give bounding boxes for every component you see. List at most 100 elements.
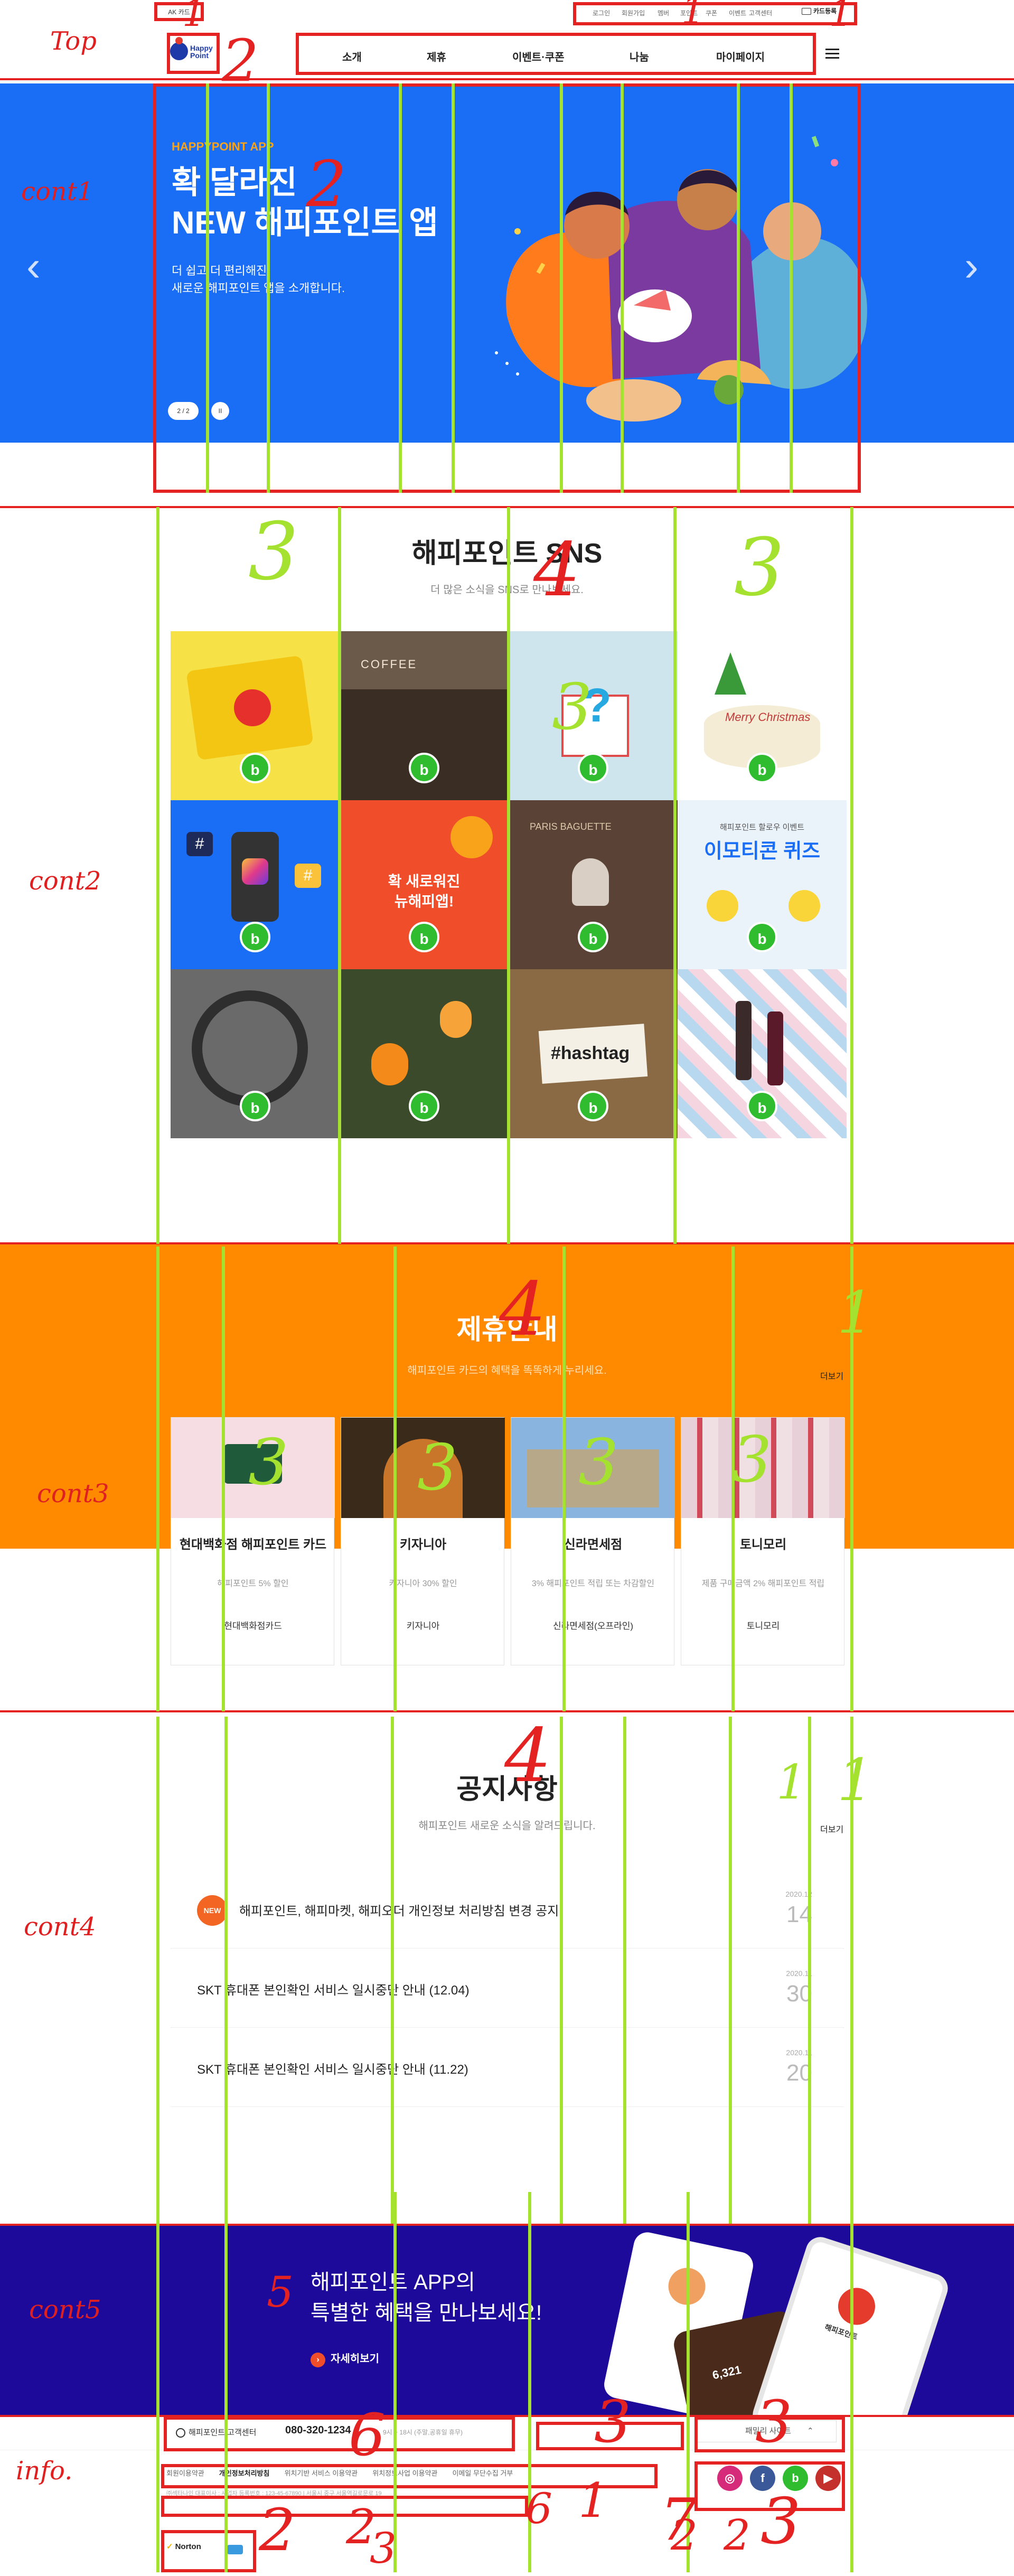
sns-tile-emoticon-quiz[interactable]: 해피포인트 할로우 이벤트 이모티콘 퀴즈 b <box>678 800 847 969</box>
app-detail-label: 자세히보기 <box>331 2353 379 2365</box>
annotation-number: 3 <box>731 1423 772 1497</box>
sns-tile-lanterns[interactable]: b <box>340 969 509 1138</box>
sns-tile-video[interactable]: b <box>171 631 340 800</box>
annotation-grid-line <box>507 507 510 1244</box>
annotation-grid-line <box>224 2192 228 2572</box>
sns-tile-instagram[interactable]: # # b <box>171 800 340 969</box>
notice-more-link[interactable]: 더보기 <box>820 1822 843 1835</box>
app-detail-button[interactable]: › 자세히보기 <box>311 2350 379 2367</box>
annotation-number: 6 <box>349 2401 386 2469</box>
hero-prev-arrow[interactable]: ‹ <box>26 242 41 291</box>
instagram-icon <box>242 858 268 885</box>
hashtag-bubble-icon: # <box>186 832 213 856</box>
annotation-number: 3 <box>248 506 299 598</box>
annotation-box <box>153 83 861 493</box>
partner-card-name: 신라면세점 <box>564 1538 623 1552</box>
play-icon <box>234 689 271 726</box>
annotation-grid-line <box>621 83 624 493</box>
annotation-grid-line <box>850 2192 853 2572</box>
blog-badge-icon: b <box>747 753 777 783</box>
annotation-grid-line <box>673 507 677 1244</box>
phone-amount: 6,321 <box>711 2363 743 2382</box>
annotation-grid-line <box>391 1717 394 2224</box>
annotation-grid-line <box>156 2192 159 2572</box>
annotation-number: 2 <box>724 2511 750 2560</box>
annotation-number: 4 <box>504 1713 552 1799</box>
partner-more-link[interactable]: 더보기 <box>820 1369 843 1382</box>
annotation-grid-line <box>850 507 853 1244</box>
annotation-box <box>167 33 220 74</box>
blog-badge-icon: b <box>747 1091 777 1121</box>
annotation-grid-line <box>206 83 209 493</box>
annotation-grid-line <box>729 1717 732 2224</box>
hamburger-menu-icon[interactable] <box>825 49 839 59</box>
annotation-label-cont5: cont5 <box>29 2295 101 2325</box>
annotation-grid-line <box>560 83 563 493</box>
annotation-grid-line <box>224 1717 228 2224</box>
sns-tile-cake[interactable]: Merry Christmas b <box>678 631 847 800</box>
annotation-grid-line <box>338 507 341 1244</box>
annotation-number: 4 <box>533 527 581 613</box>
notice-item[interactable]: SKT 휴대폰 본인확인 서비스 일시중단 안내 (11.22) 2020.11… <box>171 2028 844 2107</box>
annotation-number: 3 <box>248 1426 289 1500</box>
annotation-grid-line <box>562 1247 566 1711</box>
partner-card-desc: 제품 구매금액 2% 해피포인트 적립 <box>701 1579 825 1588</box>
sns-tile-picnic[interactable]: b <box>678 969 847 1138</box>
sns-tile-hashtag[interactable]: #hashtag b <box>509 969 678 1138</box>
notice-title: 해피포인트, 해피마켓, 해피오더 개인정보 처리방침 변경 공지 <box>239 1904 559 1918</box>
annotation-number: 1 <box>578 2473 609 2528</box>
annotation-number: 3 <box>734 522 785 614</box>
annotation-number: 4 <box>499 1267 547 1353</box>
annotation-number: 1 <box>681 0 705 32</box>
blog-badge-icon: b <box>409 1091 439 1121</box>
blog-badge-icon: b <box>240 1091 270 1121</box>
annotation-number: 6 <box>525 2484 552 2533</box>
notice-item[interactable]: SKT 휴대폰 본인확인 서비스 일시중단 안내 (12.04) 2020.11… <box>171 1949 844 2028</box>
new-app-line2: 뉴해피앱! <box>394 893 454 910</box>
sns-tile-coffee[interactable]: COFFEE b <box>340 631 509 800</box>
annotation-line <box>0 2415 1014 2417</box>
sns-tile-new-app[interactable]: 확 새로워진 뉴해피앱! b <box>340 800 509 969</box>
notice-item[interactable]: NEW 해피포인트, 해피마켓, 해피오더 개인정보 처리방침 변경 공지 20… <box>171 1870 844 1949</box>
blog-badge-icon: b <box>409 922 439 952</box>
annotation-number: 3 <box>370 2524 397 2573</box>
partner-card-name: 현대백화점 해피포인트 카드 <box>179 1538 327 1552</box>
annotation-number: 3 <box>594 2388 631 2456</box>
partner-card-brand: 신라면세점(오프라인) <box>552 1621 634 1631</box>
sns-tile-car[interactable]: b <box>171 969 340 1138</box>
annotation-grid-line <box>808 1717 811 2224</box>
lantern-icon <box>371 1043 408 1085</box>
sns-tile-bakery[interactable]: PARIS BAGUETTE b <box>509 800 678 969</box>
blog-badge-icon: b <box>240 753 270 783</box>
happypoint-logo-icon <box>833 2283 880 2330</box>
new-app-text: 확 새로워진 뉴해피앱! <box>340 872 509 912</box>
annotation-label-top: Top <box>50 26 97 56</box>
annotation-number: 5 <box>267 2268 294 2317</box>
annotation-label-info: info. <box>16 2456 73 2486</box>
annotation-number: 3 <box>417 1431 458 1505</box>
annotation-box <box>161 2496 528 2517</box>
arrow-circle-icon: › <box>311 2353 325 2367</box>
partner-card-desc: 3% 해피포인트 적립 또는 차감할인 <box>531 1579 655 1588</box>
annotation-number: 1 <box>829 0 853 35</box>
annotation-grid-line <box>737 83 740 493</box>
app-promo-text: 해피포인트 APP의 특별한 혜택을 만나보세요! <box>311 2267 542 2328</box>
annotation-number: 2 <box>222 27 259 95</box>
blog-badge-icon: b <box>409 753 439 783</box>
notice-title: SKT 휴대폰 본인확인 서비스 일시중단 안내 (12.04) <box>197 1983 470 1998</box>
annotation-number: 1 <box>776 1755 807 1810</box>
sns-tile-giftbox[interactable]: ? b <box>509 631 678 800</box>
partner-card-name: 키자니아 <box>399 1538 447 1552</box>
blog-badge-icon: b <box>578 1091 608 1121</box>
annotation-grid-line <box>156 1717 159 2224</box>
annotation-grid-line <box>623 1717 626 2224</box>
annotation-grid-line <box>393 1247 397 1711</box>
annotation-box <box>573 2 857 25</box>
new-badge: NEW <box>197 1895 228 1926</box>
hashtag-text: #hashtag <box>551 1043 630 1063</box>
bakery-sign: PARIS BAGUETTE <box>530 821 612 832</box>
partner-card-desc: 키자니아 30% 할인 <box>389 1579 457 1588</box>
hero-next-arrow[interactable]: › <box>964 242 979 291</box>
annotation-grid-line <box>156 507 159 1244</box>
annotation-label-cont4: cont4 <box>24 1912 96 1942</box>
